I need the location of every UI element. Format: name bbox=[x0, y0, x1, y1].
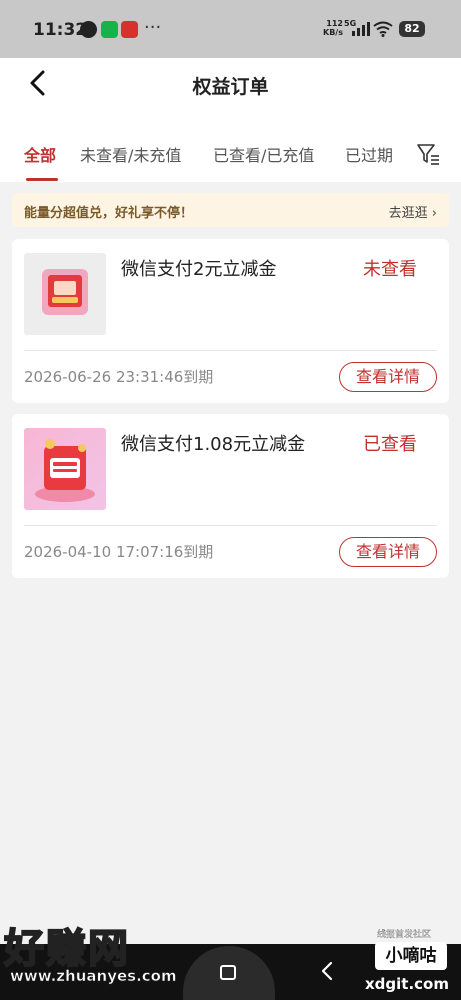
more-notifications-icon: ··· bbox=[144, 17, 162, 38]
order-thumbnail bbox=[24, 253, 106, 335]
order-status: 已查看 bbox=[363, 434, 417, 455]
promo-link[interactable]: 去逛逛 › bbox=[389, 202, 437, 221]
watermark-tag: 小嘀咕 bbox=[375, 942, 447, 970]
app-icon bbox=[121, 21, 138, 38]
tab-expired[interactable]: 已过期 bbox=[345, 142, 393, 166]
order-card[interactable]: 微信支付1.08元立减金 已查看 2026-04-10 17:07:16到期 查… bbox=[12, 414, 449, 578]
order-status: 未查看 bbox=[363, 259, 417, 280]
tab-unviewed[interactable]: 未查看/未充值 bbox=[80, 142, 181, 166]
wechat-icon bbox=[101, 21, 118, 38]
promo-text: 能量分超值兑，好礼享不停！ bbox=[24, 206, 194, 221]
order-expire-time: 2026-04-10 17:07:16到期 bbox=[24, 543, 214, 561]
tab-all[interactable]: 全部 bbox=[24, 142, 56, 166]
card-divider bbox=[24, 525, 437, 526]
battery-icon: 82 bbox=[399, 21, 425, 37]
page-title: 权益订单 bbox=[192, 76, 269, 98]
promo-banner[interactable]: 能量分超值兑，好礼享不停！ 去逛逛 › bbox=[12, 193, 449, 227]
net-speed: 112 KB/s bbox=[323, 19, 343, 37]
net-speed-unit: KB/s bbox=[323, 28, 343, 37]
filter-button[interactable] bbox=[416, 142, 440, 166]
view-details-button[interactable]: 查看详情 bbox=[339, 537, 437, 567]
order-title: 微信支付2元立减金 bbox=[121, 259, 277, 280]
qq-icon bbox=[80, 21, 97, 38]
net-speed-value: 112 bbox=[326, 19, 343, 28]
card-divider bbox=[24, 350, 437, 351]
order-expire-time: 2026-06-26 23:31:46到期 bbox=[24, 368, 214, 386]
page-header: 权益订单 bbox=[0, 58, 461, 130]
wifi-icon bbox=[373, 21, 393, 37]
order-thumbnail bbox=[24, 428, 106, 510]
signal-icon bbox=[352, 22, 370, 36]
order-title: 微信支付1.08元立减金 bbox=[121, 434, 306, 455]
view-details-button[interactable]: 查看详情 bbox=[339, 362, 437, 392]
order-card[interactable]: 微信支付2元立减金 未查看 2026-06-26 23:31:46到期 查看详情 bbox=[12, 239, 449, 403]
coupon-image-icon bbox=[35, 439, 95, 502]
status-time: 11:32 bbox=[33, 20, 88, 40]
watermark-tag-small: 线报首发社区 bbox=[377, 930, 432, 940]
coupon-image-icon bbox=[42, 269, 88, 315]
watermark-logo: 好赚网 bbox=[3, 925, 130, 973]
tab-bar: 全部 未查看/未充值 已查看/已充值 已过期 bbox=[0, 130, 461, 182]
watermark-site: xdgit.com bbox=[365, 975, 449, 993]
nav-back-button[interactable] bbox=[317, 960, 337, 982]
status-bar: 11:32 ··· 112 KB/s 5G 82 bbox=[0, 0, 461, 58]
tab-viewed[interactable]: 已查看/已充值 bbox=[213, 142, 314, 166]
tab-active-indicator bbox=[26, 178, 58, 181]
watermark-url: www.zhuanyes.com bbox=[10, 967, 177, 986]
chevron-left-icon bbox=[321, 961, 333, 981]
home-icon bbox=[220, 965, 236, 980]
